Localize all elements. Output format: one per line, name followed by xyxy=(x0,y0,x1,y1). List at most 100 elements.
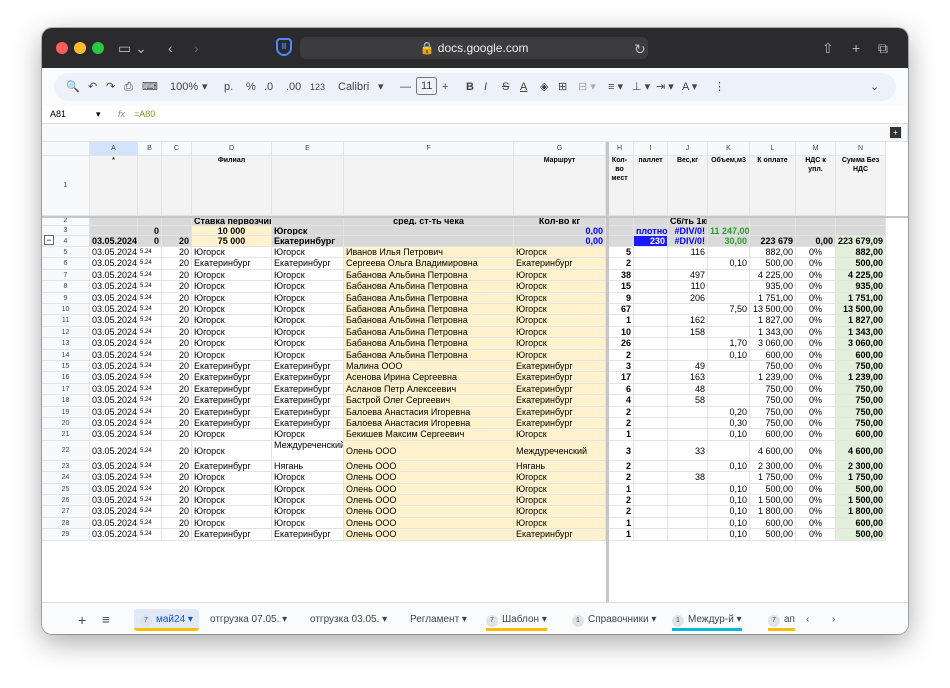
cell-g12[interactable]: Югорск xyxy=(514,326,606,339)
cell-k16[interactable] xyxy=(708,372,750,384)
cell-d23[interactable]: Екатеринбург xyxy=(192,460,272,473)
cell-n25[interactable]: 500,00 xyxy=(836,483,886,495)
cell-k6[interactable]: 0,10 xyxy=(708,258,750,270)
cell-d13[interactable]: Югорск xyxy=(192,338,272,350)
cell-h24[interactable]: 2 xyxy=(606,472,634,484)
cell-b10[interactable]: 5.24 xyxy=(138,304,162,316)
cell-m22[interactable]: 0% xyxy=(796,440,836,461)
cell-e9[interactable]: Югорск xyxy=(272,292,344,304)
cell-c8[interactable]: 20 xyxy=(162,281,192,293)
cell-b9[interactable]: 5.24 xyxy=(138,292,162,304)
cell-h16[interactable]: 17 xyxy=(606,372,634,384)
row-header[interactable]: 9 xyxy=(42,292,90,304)
cell-i25[interactable] xyxy=(634,483,668,495)
cell-k12[interactable] xyxy=(708,326,750,339)
cell-b3[interactable]: 0 xyxy=(138,226,162,236)
text-rotation-icon[interactable]: A ▾ xyxy=(682,80,697,94)
cell-i4[interactable]: 230 xyxy=(634,236,668,247)
sheet-tab-1[interactable]: отгрузка 07.05. ▾ xyxy=(210,609,287,631)
cell-e27[interactable]: Югорск xyxy=(272,506,344,518)
cell-f6[interactable]: Сергеева Ольга Владимировна xyxy=(344,258,514,270)
cell-n20[interactable]: 750,00 xyxy=(836,418,886,430)
cell-b27[interactable]: 5.24 xyxy=(138,506,162,518)
cell-n24[interactable]: 1 750,00 xyxy=(836,472,886,484)
cell-m7[interactable]: 0% xyxy=(796,269,836,282)
cell-j9[interactable]: 206 xyxy=(668,292,708,304)
cell-h13[interactable]: 26 xyxy=(606,338,634,350)
cell-j12[interactable]: 158 xyxy=(668,326,708,339)
row-header[interactable]: 21 xyxy=(42,429,90,441)
cell-l24[interactable]: 1 750,00 xyxy=(750,472,796,484)
cell-k4[interactable]: 30,00 xyxy=(708,236,750,247)
cell-j17[interactable]: 48 xyxy=(668,383,708,396)
cell-b26[interactable]: 5.24 xyxy=(138,495,162,507)
cell-a27[interactable]: 03.05.2024 xyxy=(90,506,138,518)
cell-f9[interactable]: Бабанова Альбина Петровна xyxy=(344,292,514,304)
cell-b14[interactable]: 5.24 xyxy=(138,349,162,361)
cell-k11[interactable] xyxy=(708,315,750,327)
cell-g22[interactable]: Междуреченский xyxy=(514,440,606,461)
row-header[interactable]: 11 xyxy=(42,315,90,327)
cell-n3[interactable] xyxy=(836,226,886,236)
cell-a6[interactable]: 03.05.2024 xyxy=(90,258,138,270)
cell-g5[interactable]: Югорск xyxy=(514,247,606,259)
group-collapse-icon[interactable]: − xyxy=(44,235,54,245)
cell-k21[interactable]: 0,10 xyxy=(708,429,750,441)
row-header[interactable]: 14 xyxy=(42,349,90,361)
scroll-tabs-right-icon[interactable]: › xyxy=(832,609,835,631)
frozen-column-divider[interactable] xyxy=(606,142,609,602)
cell-d4[interactable]: 75 000 xyxy=(192,236,272,247)
cell-m27[interactable]: 0% xyxy=(796,506,836,518)
cell-m4[interactable]: 0,00 xyxy=(796,236,836,247)
cell-n10[interactable]: 13 500,00 xyxy=(836,304,886,316)
cell-m19[interactable]: 0% xyxy=(796,406,836,418)
cell-d19[interactable]: Екатеринбург xyxy=(192,406,272,418)
cell-e28[interactable]: Югорск xyxy=(272,517,344,530)
cell-i26[interactable] xyxy=(634,495,668,507)
cell-a11[interactable]: 03.05.2024 xyxy=(90,315,138,327)
cell-c22[interactable]: 20 xyxy=(162,440,192,461)
cell-b19[interactable]: 5.24 xyxy=(138,406,162,418)
undo-icon[interactable]: ↶ xyxy=(88,80,97,94)
text-wrap-icon[interactable]: ⇥ ▾ xyxy=(656,80,674,94)
increase-decimal-button[interactable]: .00 xyxy=(286,80,301,94)
cell-b12[interactable]: 5.24 xyxy=(138,326,162,339)
cell-n26[interactable]: 1 500,00 xyxy=(836,495,886,507)
cell-f22[interactable]: Олень ООО xyxy=(344,440,514,461)
cell-c11[interactable]: 20 xyxy=(162,315,192,327)
cell-l8[interactable]: 935,00 xyxy=(750,281,796,293)
collapse-toolbar-icon[interactable]: ⌄ xyxy=(870,80,879,94)
cell-b25[interactable]: 5.24 xyxy=(138,483,162,495)
cell-b13[interactable]: 5.24 xyxy=(138,338,162,350)
cell-n28[interactable]: 600,00 xyxy=(836,517,886,530)
cell-n13[interactable]: 3 060,00 xyxy=(836,338,886,350)
cell-g9[interactable]: Югорск xyxy=(514,292,606,304)
cell-h26[interactable]: 2 xyxy=(606,495,634,507)
cell-c23[interactable]: 20 xyxy=(162,460,192,473)
cell-j27[interactable] xyxy=(668,506,708,518)
cell-f27[interactable]: Олень ООО xyxy=(344,506,514,518)
cell-m14[interactable]: 0% xyxy=(796,349,836,361)
cell-i14[interactable] xyxy=(634,349,668,361)
cell-n16[interactable]: 1 239,00 xyxy=(836,372,886,384)
cell-l15[interactable]: 750,00 xyxy=(750,361,796,373)
decrease-decimal-button[interactable]: .0 xyxy=(264,80,273,94)
row-header[interactable]: 23 xyxy=(42,460,90,473)
cell-j16[interactable]: 163 xyxy=(668,372,708,384)
cell-i6[interactable] xyxy=(634,258,668,270)
cell-e3[interactable]: Югорск xyxy=(272,226,344,236)
cell-i23[interactable] xyxy=(634,460,668,473)
cell-h27[interactable]: 2 xyxy=(606,506,634,518)
cell-h28[interactable]: 1 xyxy=(606,517,634,530)
header-cell-l[interactable]: К оплате xyxy=(750,156,796,216)
frozen-row-divider[interactable] xyxy=(42,216,908,218)
cell-d17[interactable]: Екатеринбург xyxy=(192,383,272,396)
cell-i18[interactable] xyxy=(634,395,668,407)
sheet-tab-6[interactable]: 1 Междур-й ▾ xyxy=(672,609,742,631)
cell-n15[interactable]: 750,00 xyxy=(836,361,886,373)
cell-f25[interactable]: Олень ООО xyxy=(344,483,514,495)
cell-k27[interactable]: 0,10 xyxy=(708,506,750,518)
cell-e7[interactable]: Югорск xyxy=(272,269,344,282)
cell-c13[interactable]: 20 xyxy=(162,338,192,350)
cell-c26[interactable]: 20 xyxy=(162,495,192,507)
